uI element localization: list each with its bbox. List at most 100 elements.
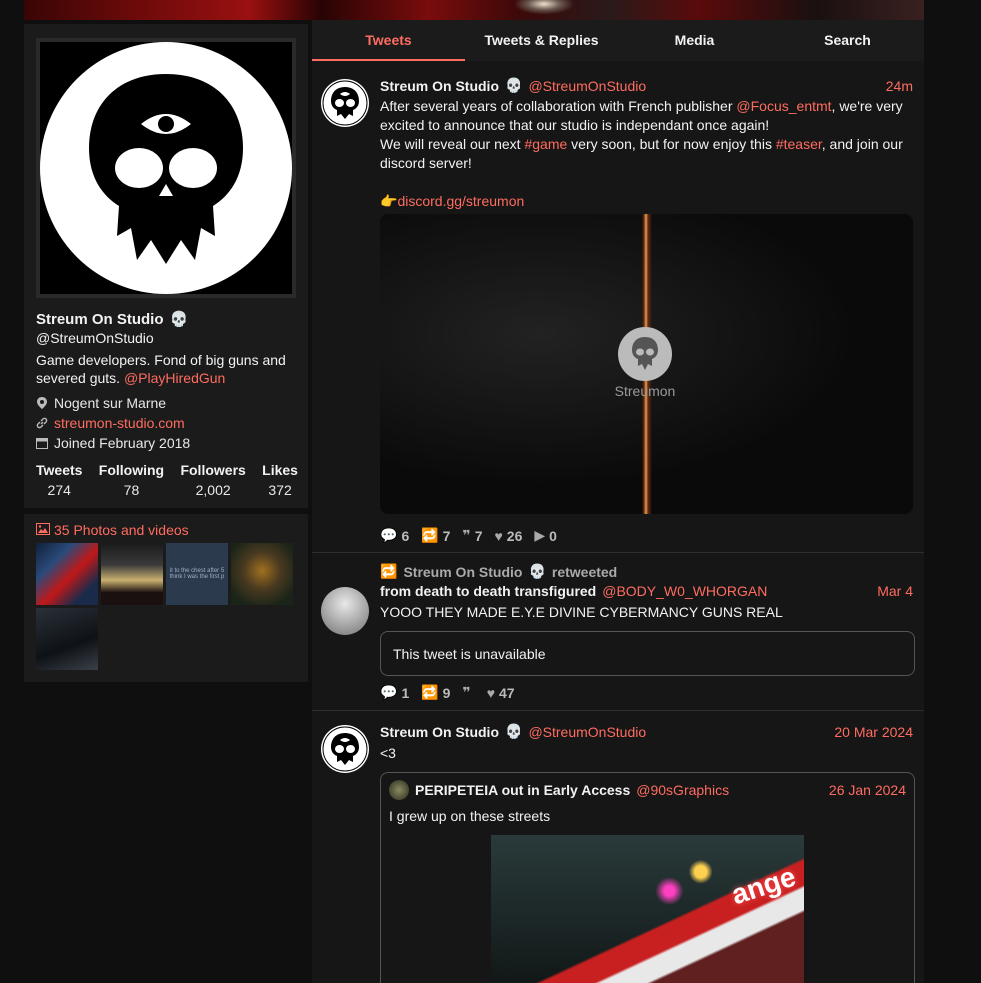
tweet-author-name[interactable]: Streum On Studio — [380, 78, 499, 94]
quoted-avatar[interactable] — [389, 780, 409, 800]
profile-bio: Game developers. Fond of big guns and se… — [36, 352, 286, 386]
image-icon — [36, 522, 50, 538]
quote-icon: ❞ — [462, 527, 471, 543]
hashtag-link[interactable]: #teaser — [776, 136, 822, 152]
tab-tweets[interactable]: Tweets — [312, 20, 465, 61]
profile-website: streumon-studio.com — [36, 415, 185, 431]
video-logo: Streumon — [610, 327, 680, 399]
profile-handle[interactable]: @StreumOnStudio — [36, 330, 154, 346]
tweet-header: Streum On Studio 💀 @StreumOnStudio 24m — [380, 77, 913, 94]
tweet-header: from death to death transfigured @BODY_W… — [380, 583, 913, 599]
play-icon: ▶ — [534, 527, 546, 543]
tweet-content: After several years of collaboration wit… — [380, 98, 903, 209]
stat-tweets[interactable]: Tweets 274 — [36, 462, 82, 498]
stat-following[interactable]: Following 78 — [99, 462, 164, 498]
quote-count[interactable]: ❞ — [462, 684, 474, 701]
quoted-tweet-text: I grew up on these streets — [389, 808, 551, 824]
hashtag-link[interactable]: #game — [524, 136, 567, 152]
heart-icon: ♥ — [494, 527, 503, 544]
tab-tweets-replies[interactable]: Tweets & Replies — [465, 20, 618, 61]
quoted-tweet-date[interactable]: 26 Jan 2024 — [829, 782, 906, 798]
quoted-tweet-header: PERIPETEIA out in Early Access @90sGraph… — [389, 780, 906, 800]
play-count[interactable]: ▶ 0 — [534, 527, 557, 544]
skull-logo-icon — [89, 74, 243, 264]
map-pin-icon — [36, 397, 48, 409]
retweet-icon: 🔁 — [421, 527, 439, 543]
website-link[interactable]: streumon-studio.com — [54, 415, 185, 431]
skull-icon: 💀 — [169, 311, 189, 328]
profile-card: Streum On Studio 💀 @StreumOnStudio Game … — [24, 24, 308, 508]
discord-link[interactable]: discord.gg/streumon — [397, 193, 524, 209]
skull-icon: 💀 — [528, 563, 546, 579]
like-count[interactable]: ♥ 26 — [494, 527, 522, 544]
tweet-date[interactable]: 24m — [886, 78, 913, 94]
timeline: Tweets Tweets & Replies Media Search Str… — [312, 20, 924, 983]
profile-name[interactable]: Streum On Studio 💀 — [36, 310, 189, 329]
tweet-author-handle[interactable]: @StreumOnStudio — [528, 724, 646, 740]
bio-mention-link[interactable]: @PlayHiredGun — [124, 370, 225, 386]
skull-icon: 💀 — [505, 723, 523, 739]
tweet-author-name[interactable]: Streum On Studio — [380, 724, 499, 740]
skull-icon — [618, 327, 672, 381]
tweet-stats: 💬 6 🔁 7 ❞ 7 ♥ 26 ▶ 0 — [380, 527, 557, 544]
reply-count[interactable]: 💬 1 — [380, 684, 409, 701]
tweet-author-name[interactable]: from death to death transfigured — [380, 583, 596, 599]
profile-stats: Tweets 274 Following 78 Followers 2,002 … — [36, 462, 298, 498]
retweet-icon: 🔁 — [380, 563, 398, 579]
skull-logo-icon — [322, 80, 368, 126]
heart-icon: ♥ — [486, 684, 495, 701]
pointing-hand-icon: 👉 — [380, 193, 398, 209]
tweet[interactable]: Streum On Studio 💀 @StreumOnStudio 20 Ma… — [312, 711, 924, 983]
stat-followers[interactable]: Followers 2,002 — [180, 462, 245, 498]
mention-link[interactable]: @Focus_entmt — [736, 98, 831, 114]
unavailable-tweet-card: This tweet is unavailable — [380, 631, 915, 676]
tab-media[interactable]: Media — [618, 20, 771, 61]
tweet-author-handle[interactable]: @StreumOnStudio — [528, 78, 646, 94]
tab-search[interactable]: Search — [771, 20, 924, 61]
retweet-count[interactable]: 🔁 9 — [421, 684, 450, 701]
timeline-tabs: Tweets Tweets & Replies Media Search — [312, 20, 924, 61]
comment-icon: 💬 — [380, 527, 398, 543]
photo-thumb[interactable] — [101, 543, 163, 605]
quoted-author-handle[interactable]: @90sGraphics — [636, 782, 729, 798]
profile-location: Nogent sur Marne — [36, 395, 166, 411]
like-count[interactable]: ♥ 47 — [487, 684, 515, 701]
tweet-video[interactable]: Streumon — [380, 214, 913, 514]
link-icon — [36, 417, 48, 429]
comment-icon: 💬 — [380, 684, 398, 700]
profile-joined: Joined February 2018 — [36, 435, 190, 451]
quote-icon: ❞ — [462, 684, 471, 700]
tweet-avatar[interactable] — [321, 79, 369, 127]
tweet-content: YOOO THEY MADE E.Y.E DIVINE CYBERMANCY G… — [380, 604, 783, 620]
reply-count[interactable]: 💬 6 — [380, 527, 409, 544]
profile-avatar[interactable] — [36, 38, 296, 298]
photo-thumb[interactable] — [231, 543, 293, 605]
photo-rail-title[interactable]: 35 Photos and videos — [36, 522, 189, 538]
skull-icon: 💀 — [505, 77, 523, 93]
tweet[interactable]: Streum On Studio 💀 @StreumOnStudio 24m A… — [312, 65, 924, 553]
tweet-author-handle[interactable]: @BODY_W0_WHORGAN — [602, 583, 767, 599]
photo-rail: 35 Photos and videos it to the chest aft… — [24, 514, 308, 682]
quoted-tweet-image[interactable]: ange — [491, 835, 804, 983]
stat-likes[interactable]: Likes 372 — [262, 462, 298, 498]
tweet-date[interactable]: Mar 4 — [877, 583, 913, 599]
retweet-count[interactable]: 🔁 7 — [421, 527, 450, 544]
tweet[interactable]: 🔁 Streum On Studio 💀 retweeted from deat… — [312, 554, 924, 711]
quote-count[interactable]: ❞ 7 — [462, 527, 482, 544]
photo-thumb[interactable]: it to the chest after 5 think I was the … — [166, 543, 228, 605]
retweet-header: 🔁 Streum On Studio 💀 retweeted — [380, 563, 618, 580]
retweet-icon: 🔁 — [421, 684, 439, 700]
tweet-avatar[interactable] — [321, 587, 369, 635]
tweet-header: Streum On Studio 💀 @StreumOnStudio 20 Ma… — [380, 723, 913, 740]
photo-thumb[interactable] — [36, 543, 98, 605]
profile-banner[interactable] — [24, 0, 924, 20]
tweet-content: <3 — [380, 745, 396, 761]
skull-logo-icon — [322, 726, 368, 772]
tweet-avatar[interactable] — [321, 725, 369, 773]
tweet-date[interactable]: 20 Mar 2024 — [834, 724, 913, 740]
photo-thumb[interactable] — [36, 608, 98, 670]
calendar-icon — [36, 437, 48, 449]
quoted-author-name[interactable]: PERIPETEIA out in Early Access — [415, 782, 630, 798]
tweet-stats: 💬 1 🔁 9 ❞ ♥ 47 — [380, 684, 515, 701]
quoted-tweet[interactable]: PERIPETEIA out in Early Access @90sGraph… — [380, 772, 915, 983]
